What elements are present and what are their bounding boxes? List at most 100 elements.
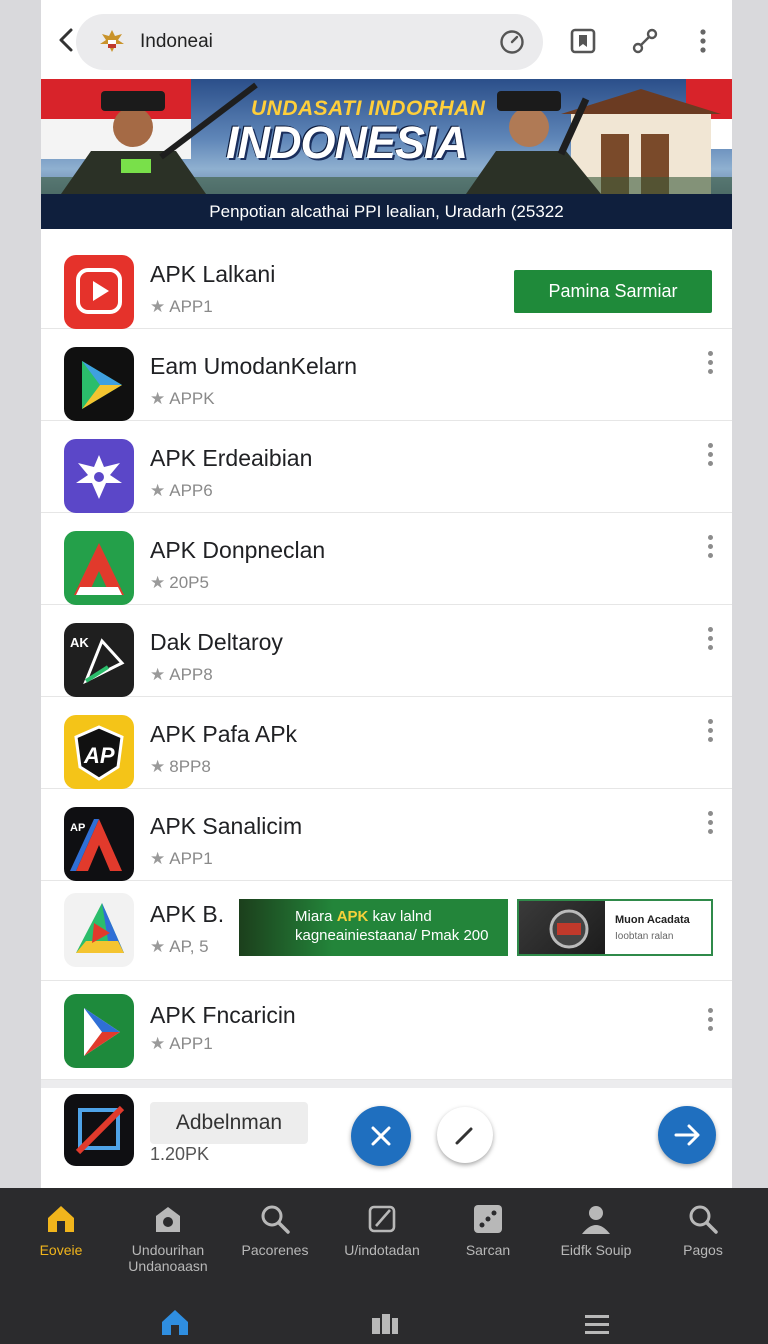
star-icon: ★	[150, 757, 166, 776]
more-vert-icon[interactable]	[706, 811, 714, 837]
home-icon	[48, 1206, 74, 1232]
app-name: APK Fncaricin	[150, 1002, 296, 1028]
nav-item-dice[interactable]: Sarcan	[433, 1202, 543, 1258]
app-meta: ★ 20P5	[150, 573, 209, 593]
app-name: APK Pafa APk	[150, 721, 298, 747]
nav-label: Eoveie	[39, 1242, 83, 1258]
nav-label: U/indotadan	[344, 1242, 420, 1258]
nav-item-profile[interactable]: Eidfk Souip	[541, 1202, 651, 1258]
app-meta-text: APPK	[169, 389, 215, 408]
nav-item-search[interactable]: Pacorenes	[220, 1202, 330, 1258]
next-button[interactable]	[658, 1106, 716, 1164]
red-a-icon	[64, 531, 134, 605]
promo-banner[interactable]: UNDASATI INDORHAN INDONESIA Penpotian al…	[41, 79, 732, 229]
svg-text:AP: AP	[70, 822, 85, 834]
app-meta: ★ APP8	[150, 665, 213, 685]
nav-item-store[interactable]: Undourihan Undanoaasn	[113, 1202, 223, 1274]
edit-icon	[455, 1127, 473, 1145]
install-button[interactable]: Pamina Sarmiar	[514, 270, 712, 313]
star-icon: ★	[150, 481, 166, 500]
close-button[interactable]	[351, 1106, 411, 1166]
play-green-icon	[64, 994, 134, 1068]
sponsored-ad-banner[interactable]: Miara APK kav lalnd kagneainiestaana/ Pm…	[239, 899, 508, 956]
app-meta-text: 8PP8	[169, 757, 211, 776]
star-icon: ★	[150, 665, 166, 684]
bookmark-icon[interactable]	[569, 27, 597, 55]
nav-item-pagos[interactable]: Pagos	[648, 1202, 758, 1258]
sponsored-ad-card[interactable]: Muon Acadata Ioobtan ralan	[517, 899, 713, 956]
menu-icon[interactable]	[582, 1310, 612, 1338]
app-meta: ★ AP, 5	[150, 937, 209, 957]
address-bar[interactable]: Indoneai	[76, 14, 543, 70]
app-name: APK Sanalicim	[150, 813, 303, 839]
ad-line-1-prefix: Miara	[295, 908, 337, 925]
list-item[interactable]: APK Donpneclan ★ 20P5	[41, 513, 732, 605]
more-vert-icon[interactable]	[706, 443, 714, 469]
svg-text:AP: AP	[83, 743, 115, 768]
app-meta-text: AP, 5	[169, 937, 209, 956]
red-blue-a-icon: AP	[64, 807, 134, 881]
app-name: APK Donpneclan	[150, 537, 326, 563]
triangle-play-icon	[64, 347, 134, 421]
nav-label: Eidfk Souip	[560, 1242, 632, 1258]
list-item[interactable]: Eam UmodanKelarn ★ APPK	[41, 329, 732, 421]
more-vert-icon[interactable]	[706, 1008, 714, 1034]
ad-line-1-suffix: kav lalnd	[368, 908, 432, 925]
garuda-emblem-icon	[64, 439, 134, 513]
list-item[interactable]: APK Fncaricin ★ APP1	[41, 982, 732, 1080]
app-name: APK B.	[150, 901, 225, 927]
app-meta-text: APP1	[169, 1034, 213, 1053]
list-item[interactable]: AK Dak Deltaroy ★ APP8	[41, 605, 732, 697]
garuda-emblem-icon	[100, 30, 124, 52]
crossed-image-icon	[64, 1094, 134, 1166]
sheet-meta: 1.20PK	[150, 1144, 210, 1164]
app-name: APK Lalkani	[150, 261, 276, 287]
app-meta: ★ APP1	[150, 849, 213, 869]
more-vert-icon[interactable]	[706, 627, 714, 653]
app-meta: ★ APP6	[150, 481, 213, 501]
nav-label: Pacorenes	[241, 1242, 309, 1258]
edit-icon	[368, 1205, 396, 1233]
more-vert-icon[interactable]	[706, 535, 714, 561]
star-icon: ★	[150, 1034, 166, 1053]
ad-card-title: Muon Acadata	[615, 914, 690, 926]
close-icon	[371, 1126, 391, 1146]
nav-item-home[interactable]: Eoveie	[6, 1202, 116, 1258]
star-icon: ★	[150, 297, 166, 316]
dice-icon	[474, 1205, 502, 1233]
play-icon	[64, 255, 134, 329]
app-meta: ★ 8PP8	[150, 757, 211, 777]
share-icon[interactable]	[631, 27, 659, 55]
list-item[interactable]: AP APK Sanalicim ★ APP1	[41, 789, 732, 881]
top-bar: Indoneai	[41, 0, 732, 80]
more-vert-icon[interactable]	[706, 351, 714, 377]
nav-item-edit[interactable]: U/indotadan	[327, 1202, 437, 1258]
list-item[interactable]: APK Erdeaibian ★ APP6	[41, 421, 732, 513]
more-vert-icon[interactable]	[706, 719, 714, 745]
app-meta-text: APP6	[169, 481, 213, 500]
ad-thumbnail	[519, 901, 605, 954]
search-icon	[261, 1205, 290, 1234]
banner-heading-large: INDONESIA	[226, 117, 468, 168]
list-item[interactable]: APK B. ★ AP, 5 Miara APK kav lalnd kagnea…	[41, 881, 732, 981]
svg-text:AK: AK	[70, 635, 89, 650]
nav-label: Undourihan Undanoaasn	[128, 1242, 208, 1274]
edit-button[interactable]	[437, 1107, 493, 1163]
store-icon	[156, 1207, 180, 1232]
app-meta: ★ APP1	[150, 297, 213, 317]
app-name: Eam UmodanKelarn	[150, 353, 358, 379]
star-icon: ★	[150, 849, 166, 868]
arrow-right-icon	[674, 1124, 700, 1146]
ad-highlight: APK	[336, 908, 369, 925]
home-icon[interactable]	[160, 1308, 190, 1336]
speedometer-icon[interactable]	[499, 29, 525, 55]
list-item[interactable]: APK Lalkani ★ APP1 Pamina Sarmiar	[41, 237, 732, 329]
list-item[interactable]: AP APK Pafa APk ★ 8PP8	[41, 697, 732, 789]
sheet-chip[interactable]: Adbelnman	[150, 1102, 308, 1144]
app-meta-text: 20P5	[169, 573, 209, 592]
recents-icon[interactable]	[370, 1310, 400, 1338]
bottom-action-sheet: Adbelnman 1.20PK	[41, 1080, 732, 1190]
star-icon: ★	[150, 389, 166, 408]
ad-card-subtitle: Ioobtan ralan	[615, 931, 674, 942]
more-vert-icon[interactable]	[693, 27, 713, 55]
